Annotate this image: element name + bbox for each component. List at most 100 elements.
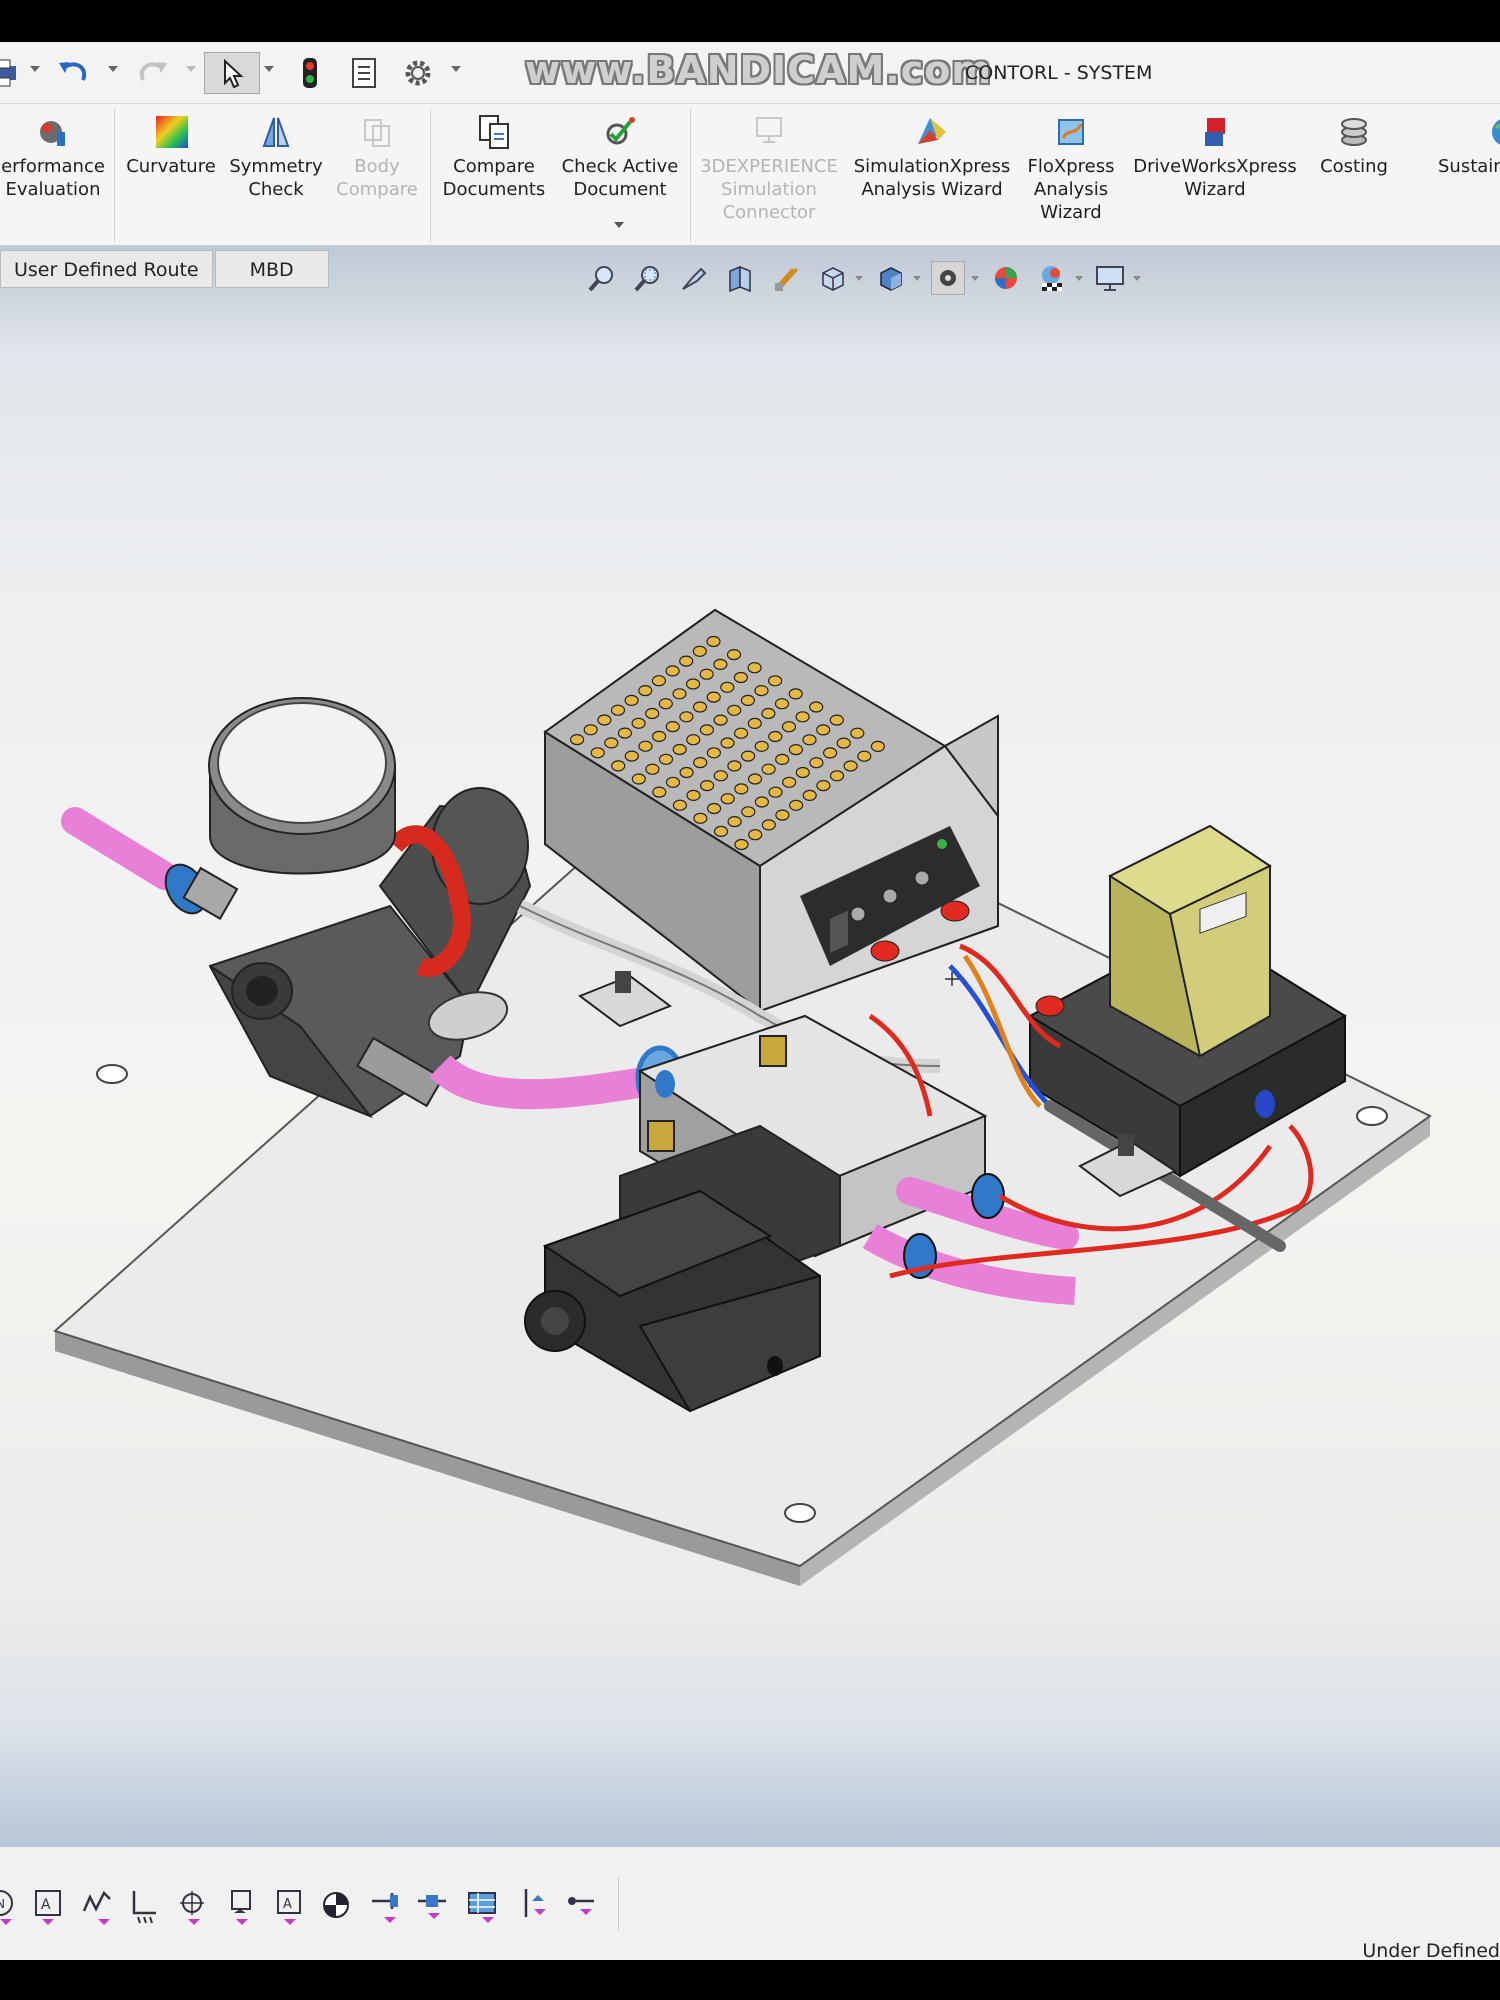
vent-hole (795, 711, 810, 723)
vent-hole (706, 802, 722, 815)
simulation-connector-button[interactable]: 3DEXPERIENCE Simulation Connector (696, 112, 842, 224)
select-dropdown-icon[interactable] (264, 66, 274, 72)
centerline-icon[interactable] (416, 1887, 450, 1925)
simulationxpress-icon (912, 112, 952, 152)
vent-hole (583, 724, 598, 736)
status-text: Under Defined (1362, 1940, 1500, 1962)
balloon-icon[interactable]: A (32, 1887, 66, 1925)
vent-hole (720, 793, 735, 805)
vent-hole (679, 711, 694, 723)
redo-dropdown-icon[interactable] (186, 66, 196, 72)
vent-hole (645, 707, 660, 720)
note-icon[interactable]: N (0, 1887, 26, 1925)
geometric-tolerance-icon[interactable] (176, 1887, 210, 1925)
inlet-tube[interactable] (61, 807, 179, 890)
vent-hole (829, 714, 844, 726)
compare-documents-button[interactable]: Compare Documents (438, 112, 550, 201)
vent-hole (795, 766, 810, 779)
driveworksxpress-button[interactable]: DriveWorksXpress Wizard (1126, 112, 1304, 201)
vent-hole (692, 701, 708, 713)
magnetic-line-icon[interactable] (566, 1887, 600, 1925)
vent-hole (754, 796, 770, 808)
performance-evaluation-icon (33, 112, 73, 152)
vent-hole (761, 707, 776, 720)
center-mark-icon[interactable] (320, 1887, 354, 1925)
options-dropdown-icon[interactable] (451, 66, 461, 72)
pointer-icon[interactable] (204, 52, 260, 94)
curvature-button[interactable]: Curvature (122, 112, 220, 178)
assembly-model[interactable] (0, 246, 1500, 1846)
vent-hole (713, 825, 729, 838)
vent-hole (706, 691, 721, 703)
vent-hole (727, 704, 742, 716)
vent-hole (638, 685, 653, 697)
vent-hole (870, 740, 886, 752)
vent-hole (754, 740, 769, 752)
datum-feature-icon[interactable] (224, 1887, 258, 1925)
performance-evaluation-button[interactable]: erformance Evaluation (0, 112, 106, 201)
costing-button[interactable]: Costing (1308, 112, 1400, 178)
vent-hole (816, 779, 831, 792)
vent-hole (638, 740, 653, 752)
vent-hole (809, 757, 824, 769)
floxpress-button[interactable]: FloXpress Analysis Wizard (1022, 112, 1120, 224)
vent-hole (590, 747, 605, 759)
driveworksxpress-icon (1195, 112, 1235, 152)
datum-target-icon[interactable]: A (272, 1887, 306, 1925)
vent-hole (651, 730, 667, 742)
svg-text:A: A (41, 1897, 51, 1913)
simulationxpress-button[interactable]: SimulationXpress Analysis Wizard (846, 112, 1018, 201)
vent-hole (617, 727, 633, 739)
vent-hole (727, 815, 742, 828)
graphics-viewport[interactable]: User Defined Route MBD (0, 246, 1500, 1846)
vent-hole (685, 678, 701, 690)
vent-hole (699, 779, 715, 792)
toolbar-separator (618, 1877, 619, 1933)
traffic-light-icon[interactable] (295, 52, 325, 94)
print-dropdown-icon[interactable] (30, 66, 40, 72)
vent-hole (843, 760, 858, 772)
vent-hole (727, 760, 742, 772)
vent-hole (672, 688, 687, 700)
table-icon[interactable] (466, 1887, 500, 1925)
vent-hole (597, 714, 612, 726)
vent-hole (788, 688, 803, 700)
redo-icon[interactable] (135, 52, 171, 94)
vent-hole (761, 763, 776, 775)
pressure-gauge[interactable] (208, 697, 396, 875)
check-active-document-dropdown-icon[interactable] (614, 222, 624, 228)
body-compare-button[interactable]: Body Compare (332, 112, 422, 201)
ribbon-separator (430, 108, 431, 242)
vent-hole (788, 799, 804, 811)
hole-callout-icon[interactable] (368, 1887, 402, 1925)
vent-hole (816, 724, 831, 736)
file-properties-icon[interactable] (348, 52, 380, 94)
vent-hole (809, 701, 824, 713)
vent-hole (706, 635, 721, 648)
vent-hole (699, 724, 715, 736)
vent-hole (651, 675, 667, 687)
weld-symbol-icon[interactable] (128, 1887, 162, 1925)
undo-dropdown-icon[interactable] (108, 66, 118, 72)
vent-hole (672, 743, 687, 756)
vent-hole (802, 789, 817, 802)
vent-hole (645, 763, 660, 775)
vent-hole (713, 714, 728, 726)
print-icon[interactable] (0, 52, 22, 94)
vent-hole (631, 717, 646, 729)
revision-symbol-icon[interactable] (522, 1887, 556, 1925)
symmetry-check-button[interactable]: Symmetry Check (226, 112, 326, 201)
status-bar: Under Defined (0, 1930, 1500, 1962)
vent-hole (665, 721, 680, 733)
vent-hole (754, 685, 769, 697)
surface-finish-icon[interactable] (80, 1887, 114, 1925)
sustainability-button[interactable]: Sustain (1404, 112, 1500, 178)
vent-hole (748, 829, 763, 841)
gear-icon[interactable] (402, 52, 434, 94)
vent-hole (699, 668, 714, 680)
undo-icon[interactable] (55, 52, 91, 94)
vent-hole (850, 727, 865, 739)
sustainability-icon (1486, 112, 1500, 152)
check-active-document-button[interactable]: Check Active Document (558, 112, 682, 201)
vent-hole (679, 655, 694, 667)
